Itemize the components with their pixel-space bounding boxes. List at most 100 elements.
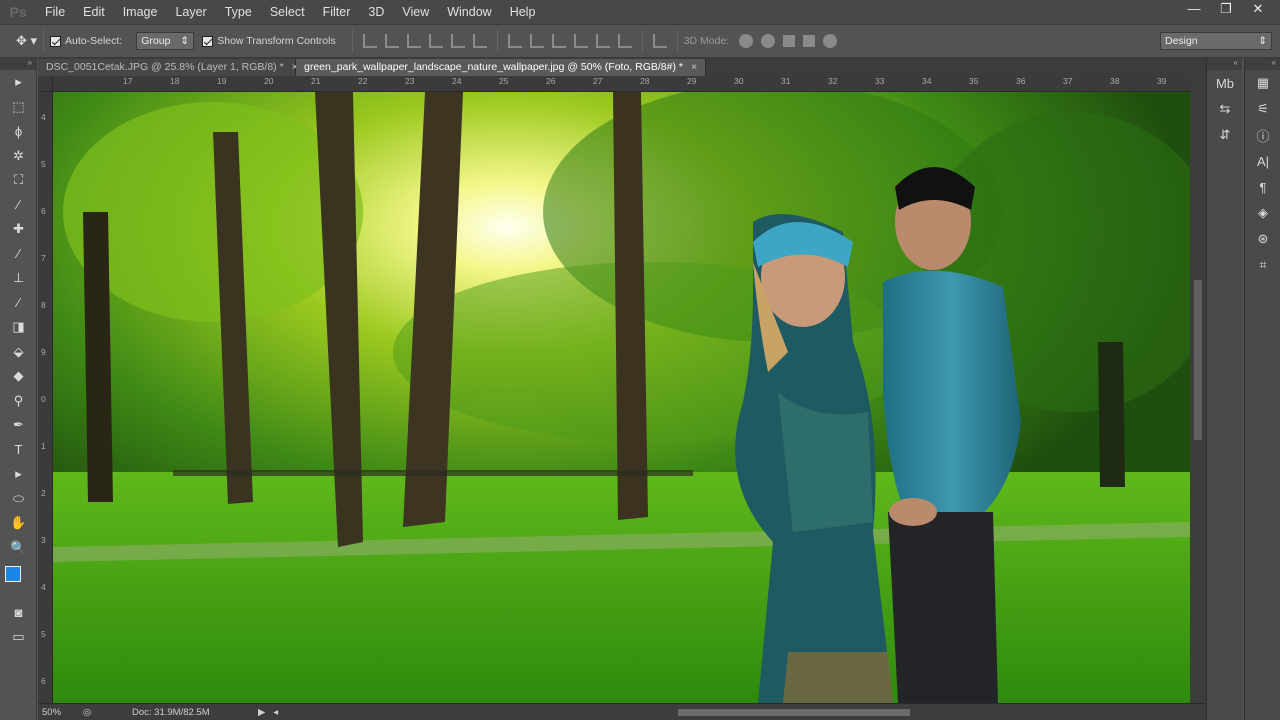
menu-image[interactable]: Image <box>114 0 167 24</box>
workspace-dropdown[interactable]: Design ⇕ <box>1160 32 1272 50</box>
actions-icon[interactable]: ⇵ <box>1207 122 1243 148</box>
tab-document-2[interactable]: green_park_wallpaper_landscape_nature_wa… <box>296 59 707 76</box>
move-tool-icon[interactable]: ▸ <box>0 70 37 95</box>
quick-mask-icon[interactable]: ◙ <box>0 600 37 625</box>
3d-slide-icon[interactable] <box>803 35 816 47</box>
scroll-left-icon[interactable]: ◂ <box>273 707 278 718</box>
ruler-tick-label: 31 <box>781 76 791 86</box>
options-bar: ✥ ▾ Auto-Select: Group ⇕ Show Transform C… <box>0 24 1280 58</box>
zoom-level[interactable]: 50% <box>42 707 78 718</box>
vertical-scrollbar[interactable] <box>1190 76 1206 703</box>
distribute-vcenter-icon[interactable] <box>529 34 544 48</box>
menu-type[interactable]: Type <box>216 0 261 24</box>
status-menu-icon[interactable]: ▶ <box>258 707 265 718</box>
3d-roll-icon[interactable] <box>761 34 776 48</box>
menu-edit[interactable]: Edit <box>74 0 114 24</box>
blur-tool-icon[interactable]: ◆ <box>0 364 37 389</box>
ruler-tick-label: 22 <box>358 76 368 86</box>
align-left-icon[interactable] <box>428 34 443 48</box>
ruler-tick-label: 36 <box>1016 76 1026 86</box>
align-vcenter-icon[interactable] <box>384 34 399 48</box>
minimize-icon[interactable]: — <box>1178 0 1210 18</box>
menu-layer[interactable]: Layer <box>166 0 215 24</box>
ruler-tick-label: 7 <box>41 253 46 263</box>
screen-mode-icon[interactable]: ▭ <box>0 625 37 650</box>
paint-bucket-tool-icon[interactable]: ⬙ <box>0 340 37 365</box>
paragraph-icon[interactable]: ¶ <box>1245 174 1280 200</box>
tab-document-1[interactable]: DSC_0051Cetak.JPG @ 25.8% (Layer 1, RGB/… <box>38 59 298 76</box>
clone-stamp-tool-icon[interactable]: ⊥ <box>0 266 37 291</box>
eraser-tool-icon[interactable]: ◨ <box>0 315 37 340</box>
foreground-color-swatch[interactable] <box>5 566 21 582</box>
3d-scale-icon[interactable] <box>823 34 838 48</box>
menu-view[interactable]: View <box>393 0 438 24</box>
history-icon[interactable]: ⇆ <box>1207 96 1243 122</box>
align-hcenter-icon[interactable] <box>450 34 465 48</box>
show-transform-checkbox[interactable] <box>202 35 214 47</box>
info-icon[interactable]: ⓘ <box>1245 122 1280 148</box>
menu-file[interactable]: File <box>36 0 74 24</box>
horizontal-scroll-thumb[interactable] <box>678 709 910 716</box>
zoom-tool-icon[interactable]: 🔍 <box>0 536 37 561</box>
status-info-icon[interactable]: ◎ <box>78 707 96 718</box>
panel-collapse-icon[interactable]: « <box>1207 58 1242 70</box>
quick-select-tool-icon[interactable]: ✲ <box>0 144 37 169</box>
menu-3d[interactable]: 3D <box>359 0 393 24</box>
character-icon[interactable]: A| <box>1245 148 1280 174</box>
move-tool-preset-icon[interactable]: ✥ ▾ <box>16 33 37 49</box>
history-brush-tool-icon[interactable]: ⁄ <box>0 291 37 316</box>
restore-icon[interactable]: ❐ <box>1210 0 1242 18</box>
crop-tool-icon[interactable]: ⛶ <box>0 168 37 193</box>
mini-bridge-icon[interactable]: Mb <box>1207 70 1243 96</box>
ruler-tick-label: 6 <box>41 676 46 686</box>
color-swatches[interactable] <box>0 560 37 600</box>
healing-tool-icon[interactable]: ✚ <box>0 217 37 242</box>
auto-select-dropdown[interactable]: Group ⇕ <box>136 32 195 50</box>
horizontal-ruler[interactable]: 17 18 19 20 21 22 23 24 25 26 27 28 29 30 31 32 33 34 35 36… <box>53 76 1213 92</box>
close-icon[interactable]: ✕ <box>1242 0 1274 18</box>
close-icon[interactable]: × <box>691 59 697 76</box>
layers-icon[interactable]: ◈ <box>1245 200 1280 226</box>
adjustments-icon[interactable]: ⚟ <box>1245 96 1280 122</box>
menu-select[interactable]: Select <box>261 0 314 24</box>
distribute-bottom-icon[interactable] <box>551 34 566 48</box>
3d-drag-icon[interactable] <box>783 35 796 47</box>
auto-align-icon[interactable] <box>652 34 667 48</box>
menu-window[interactable]: Window <box>438 0 500 24</box>
paths-icon[interactable]: ⌗ <box>1245 252 1280 278</box>
status-bar: 50% ◎ Doc: 31.9M/82.5M ▶ ◂ <box>38 703 1206 720</box>
histogram-icon[interactable]: ▦ <box>1245 70 1280 96</box>
distribute-left-icon[interactable] <box>573 34 588 48</box>
pen-tool-icon[interactable]: ✒ <box>0 413 37 438</box>
vertical-scroll-thumb[interactable] <box>1194 280 1202 440</box>
align-top-icon[interactable] <box>362 34 377 48</box>
ruler-tick-label: 33 <box>875 76 885 86</box>
ruler-tick-label: 3 <box>41 535 46 545</box>
dodge-tool-icon[interactable]: ⚲ <box>0 389 37 414</box>
brush-tool-icon[interactable]: ⁄ <box>0 242 37 267</box>
hand-tool-icon[interactable]: ✋ <box>0 511 37 536</box>
eyedropper-tool-icon[interactable]: ⁄ <box>0 193 37 218</box>
distribute-right-icon[interactable] <box>617 34 632 48</box>
ruler-origin[interactable] <box>38 76 53 92</box>
marquee-tool-icon[interactable]: ⬚ <box>0 95 37 120</box>
window-controls: — ❐ ✕ <box>1178 0 1274 22</box>
document-canvas[interactable] <box>53 92 1190 703</box>
shape-tool-icon[interactable]: ⬭ <box>0 487 37 512</box>
auto-select-checkbox[interactable] <box>50 35 62 47</box>
3d-rotate-icon[interactable] <box>739 34 754 48</box>
menu-filter[interactable]: Filter <box>314 0 360 24</box>
ruler-tick-label: 24 <box>452 76 462 86</box>
distribute-hcenter-icon[interactable] <box>595 34 610 48</box>
panel-collapse-icon[interactable]: « <box>1245 58 1280 70</box>
vertical-ruler[interactable]: 4 5 6 7 8 9 0 1 2 3 4 5 6 <box>38 92 53 703</box>
align-bottom-icon[interactable] <box>406 34 421 48</box>
path-select-tool-icon[interactable]: ▸ <box>0 462 37 487</box>
menu-help[interactable]: Help <box>501 0 545 24</box>
type-tool-icon[interactable]: T <box>0 438 37 463</box>
lasso-tool-icon[interactable]: ϕ <box>0 119 37 144</box>
distribute-top-icon[interactable] <box>507 34 522 48</box>
align-right-icon[interactable] <box>472 34 487 48</box>
tools-collapse-icon[interactable]: » <box>0 58 36 70</box>
channels-icon[interactable]: ⊛ <box>1245 226 1280 252</box>
